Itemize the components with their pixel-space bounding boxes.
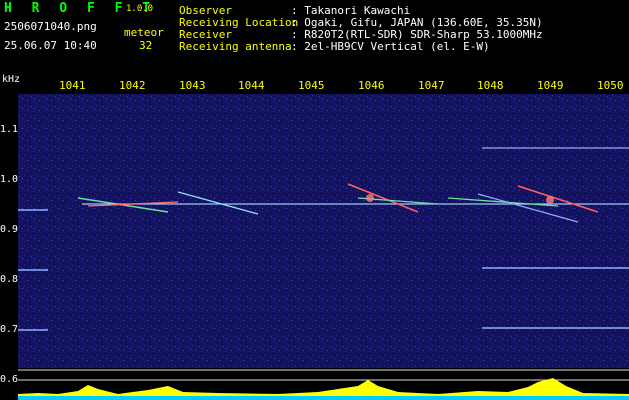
time-tick: 1047 xyxy=(418,79,445,92)
time-tick: 1049 xyxy=(537,79,564,92)
spectrogram xyxy=(18,94,629,400)
noise-background xyxy=(18,94,629,400)
freq-axis: 1.1 1.0 0.9 0.8 0.7 0.6 xyxy=(0,0,18,400)
freq-tick: 0.6 xyxy=(0,374,19,385)
freq-tick: 1.0 xyxy=(0,174,19,185)
baseline-bar xyxy=(18,396,629,400)
time-tick: 1048 xyxy=(477,79,504,92)
time-tick: 1044 xyxy=(238,79,265,92)
header: H R O F F T 1.0.0 2506071040.png 25.06.0… xyxy=(0,0,629,74)
time-tick: 1046 xyxy=(358,79,385,92)
meteor-head xyxy=(366,194,374,202)
freq-tick: 0.8 xyxy=(0,274,19,285)
freq-tick: 1.1 xyxy=(0,124,19,135)
time-tick: 1041 xyxy=(59,79,86,92)
time-tick: 1043 xyxy=(179,79,206,92)
time-tick: 1050 xyxy=(597,79,624,92)
time-tick: 1042 xyxy=(119,79,146,92)
time-axis: 1041 1042 1043 1044 1045 1046 1047 1048 … xyxy=(0,74,629,94)
antenna-value: : 2el-HB9CV Vertical (el. E-W) xyxy=(291,40,490,53)
antenna-label: Receiving antenna xyxy=(179,40,292,53)
app-version: 1.0.0 xyxy=(126,4,154,14)
meteor-head xyxy=(546,196,554,204)
freq-tick: 0.7 xyxy=(0,324,19,335)
detection-type: meteor xyxy=(124,26,164,39)
detection-count: 32 xyxy=(139,39,153,52)
freq-tick: 0.9 xyxy=(0,224,19,235)
time-tick: 1045 xyxy=(298,79,325,92)
